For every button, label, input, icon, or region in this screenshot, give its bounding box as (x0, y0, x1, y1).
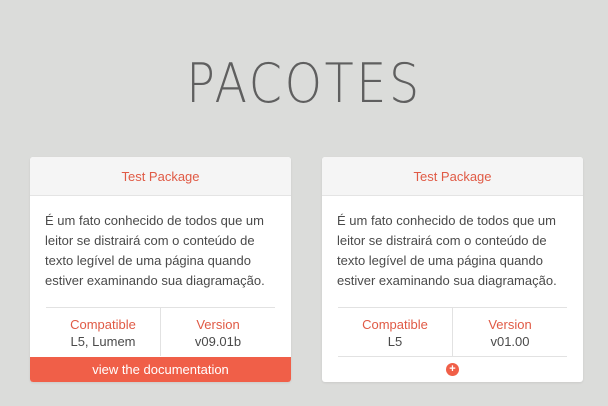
compatible-stat: Compatible L5 (338, 308, 452, 356)
page-title: PACOTES (186, 52, 422, 115)
package-name[interactable]: Test Package (30, 157, 291, 196)
compatible-value: L5, Lumem (70, 334, 136, 349)
package-stats: Compatible L5, Lumem Version v09.01b (46, 307, 275, 356)
package-description: É um fato conhecido de todos que um leit… (337, 213, 557, 288)
compatible-label: Compatible (70, 317, 136, 332)
compatible-stat: Compatible L5, Lumem (46, 308, 160, 356)
version-label: Version (196, 317, 240, 332)
package-name[interactable]: Test Package (322, 157, 583, 196)
plus-circle-icon[interactable]: + (446, 362, 459, 376)
package-description: É um fato conhecido de todos que um leit… (45, 213, 265, 288)
version-value: v01.00 (490, 334, 530, 349)
version-stat: Version v09.01b (160, 308, 275, 356)
compatible-label: Compatible (362, 317, 428, 332)
view-documentation-button[interactable]: view the documentation (30, 357, 291, 382)
package-stats: Compatible L5 Version v01.00 (338, 307, 567, 356)
version-label: Version (488, 317, 532, 332)
package-card: Test Package É um fato conhecido de todo… (30, 157, 291, 382)
version-value: v09.01b (194, 334, 242, 349)
package-card: Test Package É um fato conhecido de todo… (322, 157, 583, 382)
compatible-value: L5 (387, 334, 403, 349)
version-stat: Version v01.00 (452, 308, 567, 356)
card-footer: + (338, 356, 567, 381)
